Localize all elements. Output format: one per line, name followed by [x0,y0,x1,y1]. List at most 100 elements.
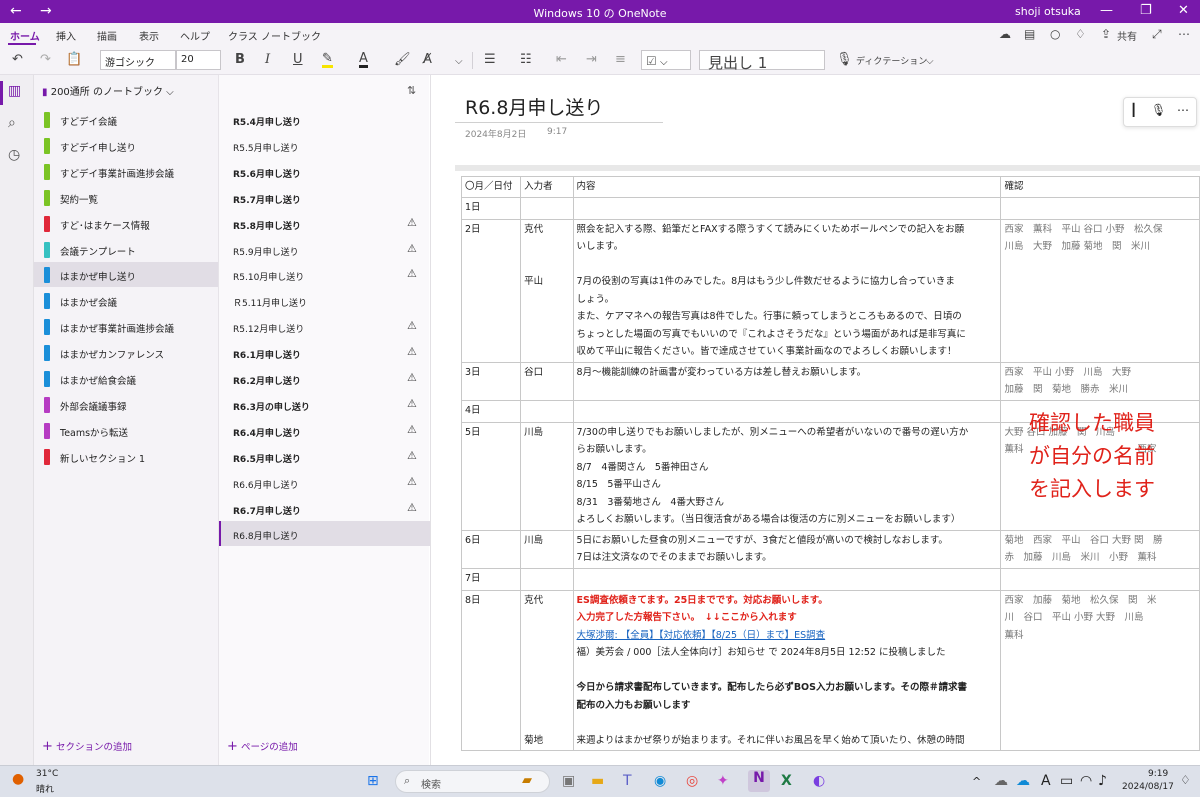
page-item[interactable]: R5.10月申し送り ⚠ [219,262,430,287]
page-view-icon[interactable]: ▤ [1024,27,1035,41]
font-color-icon[interactable]: A [359,52,368,68]
onenote-taskbar-icon[interactable]: N [748,770,770,792]
date-cell[interactable]: 1日 [460,196,522,220]
notification-bell-icon[interactable]: ♢ [1180,773,1191,787]
section-item[interactable]: すど･はまケース情報 [34,211,218,236]
content-cell[interactable]: 8月～機能訓練の計画書が変わっている方は差し替えお願いします。 [572,361,1002,401]
section-item[interactable]: Teamsから転送 [34,418,218,443]
content-cell[interactable]: ES調査依頼きてます。25日までです。対応お願いします。 入力完了した方報告下さい… [572,589,1002,751]
outdent-icon[interactable]: ⇤ [556,52,567,68]
tab-draw[interactable]: 描画 [97,28,117,43]
page-item[interactable]: R5.9月申し送り ⚠ [219,237,430,262]
minimize-icon[interactable]: — [1100,3,1113,18]
content-cell[interactable] [572,399,1002,423]
user-name[interactable]: shoji otsuka [1015,5,1081,18]
page-item[interactable]: R6.8月申し送り [219,521,430,547]
excel-icon[interactable]: X [781,773,792,789]
battery-icon[interactable]: ▭ [1060,773,1073,789]
section-item[interactable]: 契約一覧 [34,185,218,210]
tab-class-notebook[interactable]: クラス ノートブック [228,28,321,43]
close-icon[interactable]: ✕ [1178,3,1189,18]
section-item[interactable]: すどデイ会議 [34,107,218,132]
date-cell[interactable]: 8日 [460,589,522,751]
table-header-cell[interactable]: 入力者 [520,176,574,198]
author-cell[interactable]: 克代 菊地 [520,589,574,751]
section-item[interactable]: すどデイ事業計画進捗会議 [34,159,218,184]
chevron-down-icon[interactable]: ⌵ [455,54,463,70]
clear-formatting-icon[interactable]: A̸ [423,52,432,68]
chrome-icon[interactable]: ◎ [686,773,698,789]
page-item[interactable]: R5.12月申し送り ⚠ [219,314,430,339]
onedrive-icon[interactable]: ☁ [994,773,1008,789]
author-cell[interactable] [520,196,574,220]
confirm-cell[interactable]: 西家 平山 小野 川島 大野 加藤 関 菊地 勝赤 米川 [1000,361,1200,401]
numbering-icon[interactable]: ☷ [520,52,532,68]
page-item[interactable]: R5.7月申し送り [219,185,430,210]
redo-icon[interactable]: ↷ [40,52,51,68]
tab-help[interactable]: ヘルプ [180,28,210,43]
cloud-sync-icon[interactable]: ☁ [1016,773,1030,789]
underline-icon[interactable]: U [293,52,303,68]
confirm-cell[interactable] [1000,567,1200,591]
section-item[interactable]: 外部会議議事録 [34,392,218,417]
page-item[interactable]: R6.4月申し送り ⚠ [219,418,430,443]
page-title[interactable]: R6.8月申し送り [465,93,603,120]
lightbulb-icon[interactable]: ○ [1050,27,1060,41]
confirm-cell[interactable] [1000,196,1200,220]
align-icon[interactable]: ≡ [615,52,626,68]
cursor-icon[interactable]: ┃ [1130,103,1137,117]
microphone-icon[interactable]: 🎙 [836,52,853,68]
todo-tag-select[interactable]: ☑ ⌵ [641,50,691,70]
page-item[interactable]: R6.6月申し送り ⚠ [219,470,430,495]
share-button[interactable]: 共有 [1117,28,1137,43]
table-header-cell[interactable]: 確認 [1000,176,1200,198]
highlight-icon[interactable]: ✎ [322,52,333,68]
section-item[interactable]: 新しいセクション 1 [34,444,218,469]
page-item[interactable]: R5.4月申し送り [219,107,430,132]
author-cell[interactable]: 川島 [520,529,574,569]
taskbar-search[interactable]: ⌕ 検索 ▰ [395,770,550,793]
start-icon[interactable]: ⊞ [367,773,379,789]
date-cell[interactable]: 2日 [460,218,522,363]
chevron-down-icon[interactable]: ⌵ [926,54,934,70]
clock-date[interactable]: 2024/08/17 [1122,782,1174,792]
bullets-icon[interactable]: ☰ [484,52,496,68]
indent-icon[interactable]: ⇥ [586,52,597,68]
tab-view[interactable]: 表示 [139,28,159,43]
clock-time[interactable]: 9:19 [1148,769,1168,779]
section-item[interactable]: はまかぜ事業計画進捗会議 [34,314,218,339]
section-item[interactable]: すどデイ申し送り [34,133,218,158]
recent-clock-icon[interactable]: ◷ [8,147,20,163]
wifi-icon[interactable]: ◠ [1080,773,1092,789]
confirm-cell[interactable]: 菊地 西家 平山 谷口 大野 関 勝赤 加藤 川島 米川 小野 薫科 [1000,529,1200,569]
section-item[interactable]: 会議テンプレート [34,237,218,262]
add-page-button[interactable]: + ページの追加 [227,739,298,754]
content-cell[interactable]: 7/30の申し送りでもお願いしましたが、別メニューへの希望者がいないので番号の遅… [572,421,1002,531]
bold-icon[interactable]: B [235,52,245,68]
microphone-icon[interactable]: 🎙 [1151,103,1166,117]
table-header-cell[interactable]: 内容 [572,176,1002,198]
ime-indicator[interactable]: A [1041,773,1051,789]
section-item[interactable]: はまかぜカンファレンス [34,340,218,365]
tab-home[interactable]: ホーム [10,28,40,43]
add-section-button[interactable]: + セクションの追加 [42,739,132,754]
task-view-icon[interactable]: ▣ [562,773,575,789]
date-cell[interactable]: 6日 [460,529,522,569]
weather-icon[interactable]: ● [12,771,24,787]
author-cell[interactable]: 川島 [520,421,574,531]
chevron-up-icon[interactable]: ^ [972,775,981,788]
confirm-cell[interactable]: 西家 薫科 平山 谷口 小野 松久保 川島 大野 加藤 菊地 関 米川 [1000,218,1200,363]
font-name-select[interactable]: 游ゴシック [100,50,176,70]
search-icon[interactable]: ⌕ [8,115,16,131]
tab-insert[interactable]: 挿入 [56,28,76,43]
teams-icon[interactable]: T [623,773,632,789]
copilot-icon[interactable]: ✦ [717,773,729,789]
section-item[interactable]: はまかぜ会議 [34,288,218,313]
share-icon[interactable]: ⇪ [1101,27,1111,41]
date-cell[interactable]: 7日 [460,567,522,591]
author-cell[interactable] [520,399,574,423]
date-cell[interactable]: 3日 [460,361,522,401]
file-explorer-icon[interactable]: ▬ [591,773,604,789]
page-item[interactable]: R6.2月申し送り ⚠ [219,366,430,391]
notebooks-icon[interactable]: ▥ [8,83,21,99]
